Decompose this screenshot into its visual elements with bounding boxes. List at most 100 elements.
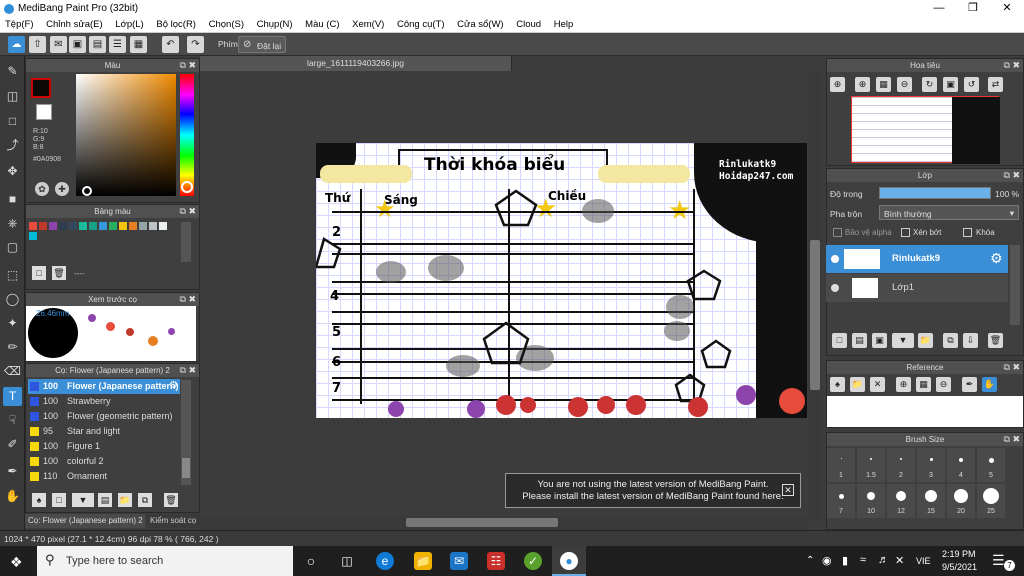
rotate-icon[interactable]: ↻ xyxy=(922,77,937,92)
list-icon[interactable]: ☰ xyxy=(109,36,126,53)
palette-swatch[interactable] xyxy=(129,222,137,230)
new-raster-icon[interactable]: ▤ xyxy=(852,333,867,348)
palette-scrollbar[interactable] xyxy=(181,222,191,262)
palette-swatch[interactable] xyxy=(99,222,107,230)
fit-icon[interactable]: ▦ xyxy=(876,77,891,92)
vertical-scrollbar[interactable] xyxy=(808,72,822,520)
hand-tool-icon[interactable]: ✋ xyxy=(3,487,22,506)
notification-icon[interactable]: ☰ xyxy=(992,552,1005,569)
brush-new-icon[interactable]: □ xyxy=(52,493,66,507)
document-canvas[interactable]: Thời khóa biểu Rinlukatk9 Hoidap247.com … xyxy=(316,143,807,418)
tray-app-icon[interactable]: ◉ xyxy=(822,554,832,567)
menu-window[interactable]: Cửa sổ(W) xyxy=(452,17,508,30)
vertical-scroll-thumb[interactable] xyxy=(810,240,820,390)
notice-close-icon[interactable]: ✕ xyxy=(782,484,794,496)
hue-slider[interactable] xyxy=(180,74,194,196)
hue-cursor[interactable] xyxy=(181,181,193,193)
brush-list-item[interactable]: 100 Figure 1 xyxy=(28,439,180,454)
doc-icon[interactable]: ▤ xyxy=(89,36,106,53)
brush-folder-icon[interactable]: 📁 xyxy=(118,493,132,507)
medibang-taskbar-button[interactable]: ● xyxy=(552,546,586,576)
document-tab[interactable]: large_1611119403266.jpg xyxy=(200,56,512,71)
clock-date[interactable]: 9/5/2021 xyxy=(942,562,977,572)
battery-icon[interactable]: ▮ xyxy=(842,554,848,567)
reference-fit-icon[interactable]: ▦ xyxy=(916,377,931,392)
visibility-icon[interactable] xyxy=(831,255,839,263)
dropper-tool-icon[interactable]: ✐ xyxy=(3,435,22,454)
wifi-icon[interactable]: ≈ xyxy=(860,554,866,566)
tab-brush-control[interactable]: Kiểm soát cọ xyxy=(147,514,200,528)
menu-edit[interactable]: Chỉnh sửa(E) xyxy=(41,17,108,30)
maximize-button[interactable]: ❐ xyxy=(956,0,990,17)
upload-icon[interactable]: ⇧ xyxy=(29,36,46,53)
visibility-icon[interactable] xyxy=(831,284,839,292)
alpha-protect-checkbox[interactable] xyxy=(833,228,842,237)
fill-rect-tool-icon[interactable]: ■ xyxy=(3,190,22,209)
menu-cloud[interactable]: Cloud xyxy=(511,17,546,30)
rectangle-tool-icon[interactable]: □ xyxy=(3,112,22,131)
grid-icon[interactable]: ▦ xyxy=(130,36,147,53)
reference-hand-icon[interactable]: ✋ xyxy=(982,377,997,392)
select-pen-icon[interactable]: ✏ xyxy=(3,338,22,357)
brush-list-item[interactable]: 100 colorful 2 xyxy=(28,454,180,469)
palette-swatch[interactable] xyxy=(29,232,37,240)
menu-color[interactable]: Màu (C) xyxy=(300,17,344,30)
palette-swatch[interactable] xyxy=(149,222,157,230)
layer-scrollbar[interactable] xyxy=(1010,245,1020,325)
menu-snap[interactable]: Chụp(N) xyxy=(252,17,298,30)
palette-icon[interactable]: ✿ xyxy=(35,182,49,196)
language-indicator[interactable]: VIE xyxy=(916,556,931,566)
magic-wand-icon[interactable]: ✦ xyxy=(3,314,22,333)
close-button[interactable]: ✕ xyxy=(990,0,1024,17)
menu-tools[interactable]: Công cụ(T) xyxy=(392,17,450,30)
menu-filter[interactable]: Bộ lọc(R) xyxy=(151,17,201,30)
gradient-tool-icon[interactable]: ▢ xyxy=(3,238,22,257)
undo-icon[interactable]: ↶ xyxy=(162,36,179,53)
palette-swatch[interactable] xyxy=(69,222,77,230)
minimize-button[interactable]: — xyxy=(922,0,956,17)
mute-x-icon[interactable]: ✕ xyxy=(895,554,904,567)
eraser-tool-icon[interactable]: ◫ xyxy=(3,87,22,106)
palette-swatch[interactable] xyxy=(29,222,37,230)
panel-controls-icon[interactable]: ⧉ ✖ xyxy=(180,205,196,218)
mail-icon[interactable]: ✉ xyxy=(450,552,468,570)
menu-select[interactable]: Chọn(S) xyxy=(204,17,249,30)
line-tool-icon[interactable]: ⤴ xyxy=(3,136,22,155)
redo-icon[interactable]: ↷ xyxy=(187,36,204,53)
panel-controls-icon[interactable]: ⧉ ✖ xyxy=(180,59,196,72)
taskbar-search[interactable]: ⚲ Type here to search xyxy=(37,546,293,576)
file-explorer-icon[interactable]: 📁 xyxy=(414,552,432,570)
background-color-swatch[interactable] xyxy=(36,104,52,120)
actual-size-icon[interactable]: ▣ xyxy=(943,77,958,92)
palette-swatch[interactable] xyxy=(159,222,167,230)
reference-dropper-icon[interactable]: ✒ xyxy=(962,377,977,392)
panel-controls-icon[interactable]: ⧉ ✖ xyxy=(180,293,196,306)
volume-icon[interactable]: ♬ xyxy=(878,554,889,566)
horizontal-scrollbar[interactable] xyxy=(200,516,808,529)
menu-file[interactable]: Tệp(F) xyxy=(0,17,39,30)
zoom-in-icon[interactable]: ⊕ xyxy=(830,77,845,92)
reference-close-icon[interactable]: ✕ xyxy=(870,377,885,392)
lasso-tool-icon[interactable]: ◯ xyxy=(3,290,22,309)
menu-view[interactable]: Xem(V) xyxy=(347,17,389,30)
menu-layer[interactable]: Lớp(L) xyxy=(110,17,148,30)
palette-swatch[interactable] xyxy=(59,222,67,230)
zoom-in-2-icon[interactable]: ⊕ xyxy=(855,77,870,92)
layer-row[interactable]: Lớp1 xyxy=(826,274,1008,302)
foreground-color-swatch[interactable] xyxy=(31,78,51,98)
merge-layer-icon[interactable]: ⇩ xyxy=(963,333,978,348)
reference-zoom-out-icon[interactable]: ⊖ xyxy=(936,377,951,392)
palette-swatch[interactable] xyxy=(49,222,57,230)
reset-button[interactable]: ⊘ Đặt lại xyxy=(238,36,286,53)
brush-delete-icon[interactable]: 🗑 xyxy=(164,493,178,507)
panel-controls-icon[interactable]: ⧉ ✖ xyxy=(1004,361,1020,374)
panel-controls-icon[interactable]: ⧉ ✖ xyxy=(1004,433,1020,446)
palette-swatch[interactable] xyxy=(119,222,127,230)
chat-icon[interactable]: ▣ xyxy=(69,36,86,53)
text-tool-icon[interactable]: T xyxy=(3,387,22,406)
palette-swatch[interactable] xyxy=(109,222,117,230)
duplicate-layer-icon[interactable]: ⧉ xyxy=(943,333,958,348)
saturation-value-picker[interactable] xyxy=(76,74,176,196)
palette-swatch[interactable] xyxy=(89,222,97,230)
windows-start-icon[interactable]: ❖ xyxy=(10,554,23,571)
